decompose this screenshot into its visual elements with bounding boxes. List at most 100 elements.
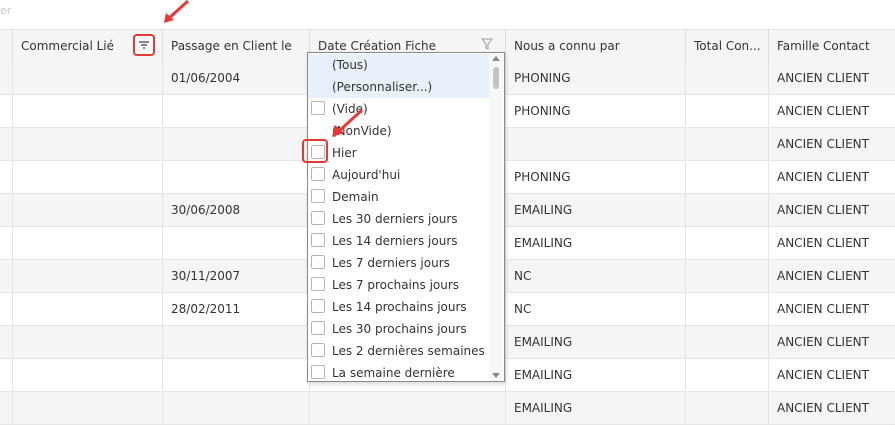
filter-option[interactable]: Les 2 dernières semaines [308,340,490,362]
table-cell-famille: ANCIEN CLIENT [768,161,895,193]
table-cell-commercial [12,95,162,127]
table-cell-famille: ANCIEN CLIENT [768,194,895,226]
checkbox-highlight [302,139,328,163]
date-filter-dropdown[interactable]: (Tous) (Personnaliser...) (Vide) (NonVide) H… [307,52,505,382]
option-label: Hier [332,146,357,160]
option-checkbox[interactable] [311,365,325,379]
table-cell-famille: ANCIEN CLIENT [768,95,895,127]
table-cell-commercial [12,392,162,424]
table-cell-connu [505,128,685,160]
option-label: Les 30 derniers jours [332,212,458,226]
table-cell-passage [162,161,309,193]
option-checkbox[interactable] [311,167,325,181]
table-cell-passage [162,227,309,259]
table-cell-passage [162,326,309,358]
filter-option[interactable]: Les 30 derniers jours [308,208,490,230]
table-cell-blank [0,95,12,127]
funnel-icon[interactable] [481,38,493,50]
option-checkbox[interactable] [311,277,325,291]
filter-option[interactable]: Les 7 prochains jours [308,274,490,296]
filter-option[interactable]: Demain [308,186,490,208]
option-checkbox[interactable] [311,343,325,357]
table-cell-total [685,194,768,226]
filter-option[interactable]: Les 7 derniers jours [308,252,490,274]
table-cell-commercial [12,326,162,358]
filter-option[interactable]: Les 14 derniers jours [308,230,490,252]
table-cell-passage [162,95,309,127]
option-checkbox[interactable] [311,255,325,269]
table-cell-total [685,293,768,325]
option-label: Les 2 dernières semaines [332,344,485,358]
table-cell-famille: ANCIEN CLIENT [768,62,895,94]
dropdown-scrollbar[interactable] [489,53,503,381]
option-checkbox[interactable] [311,321,325,335]
option-label: (Vide) [332,102,368,116]
table-cell-famille: ANCIEN CLIENT [768,260,895,292]
table-cell-connu: EMAILING [505,392,685,424]
option-label: La semaine dernière [332,366,455,380]
option-checkbox[interactable] [311,189,325,203]
table-cell-connu: EMAILING [505,326,685,358]
filter-option[interactable]: (NonVide) [308,120,490,142]
table-row[interactable]: EMAILING ANCIEN CLIENT [0,392,895,425]
scroll-thumb[interactable] [493,67,499,89]
option-checkbox[interactable] [311,299,325,313]
table-cell-passage: 30/11/2007 [162,260,309,292]
option-label: Aujourd'hui [332,168,401,182]
table-cell-blank [0,128,12,160]
scroll-up-icon[interactable] [492,56,500,61]
option-label: Les 7 prochains jours [332,278,460,292]
table-cell-blank [0,260,12,292]
option-checkbox[interactable] [311,211,325,225]
filter-option[interactable]: Aujourd'hui [308,164,490,186]
table-cell-commercial [12,62,162,94]
table-cell-total [685,392,768,424]
table-cell-total [685,161,768,193]
table-cell-famille: ANCIEN CLIENT [768,293,895,325]
table-cell-connu: PHONING [505,62,685,94]
option-label: Les 14 derniers jours [332,234,458,248]
column-header-connu[interactable]: Nous a connu par [505,30,685,62]
option-label: (NonVide) [332,124,392,138]
table-cell-famille: ANCIEN CLIENT [768,392,895,424]
table-cell-connu: PHONING [505,95,685,127]
filter-option[interactable]: La semaine dernière [308,362,490,381]
table-cell-connu: NC [505,293,685,325]
table-cell-commercial [12,227,162,259]
table-cell-famille: ANCIEN CLIENT [768,128,895,160]
table-cell-total [685,128,768,160]
table-cell-connu: NC [505,260,685,292]
filter-option[interactable]: Les 30 prochains jours [308,318,490,340]
table-cell-blank [0,227,12,259]
table-cell-commercial [12,293,162,325]
filter-lines-icon [139,41,149,49]
table-cell-total [685,260,768,292]
table-cell-connu: EMAILING [505,227,685,259]
filter-option[interactable]: (Personnaliser...) [308,76,490,98]
option-label: Les 14 prochains jours [332,300,467,314]
column-header-blank[interactable] [0,30,12,62]
table-cell-commercial [12,128,162,160]
table-cell-passage [162,128,309,160]
column-header-passage[interactable]: Passage en Client le [162,30,309,62]
table-cell-total [685,62,768,94]
table-cell-blank [0,392,12,424]
table-cell-commercial [12,260,162,292]
column-header-famille[interactable]: Famille Contact [768,30,895,62]
option-label: Les 30 prochains jours [332,322,467,336]
table-cell-connu: PHONING [505,161,685,193]
table-cell-famille: ANCIEN CLIENT [768,326,895,358]
option-checkbox[interactable] [311,101,325,115]
column-header-total[interactable]: Total Con... [685,30,768,62]
filter-option[interactable]: Les 14 prochains jours [308,296,490,318]
table-cell-famille: ANCIEN CLIENT [768,227,895,259]
scroll-down-icon[interactable] [492,373,500,378]
table-cell-blank [0,359,12,391]
table-cell-total [685,95,768,127]
filter-option[interactable]: Hier [308,142,490,164]
filter-option[interactable]: (Tous) [308,54,490,76]
filter-option[interactable]: (Vide) [308,98,490,120]
option-checkbox[interactable] [311,233,325,247]
table-cell-blank [0,161,12,193]
column-filter-button[interactable] [133,34,155,56]
